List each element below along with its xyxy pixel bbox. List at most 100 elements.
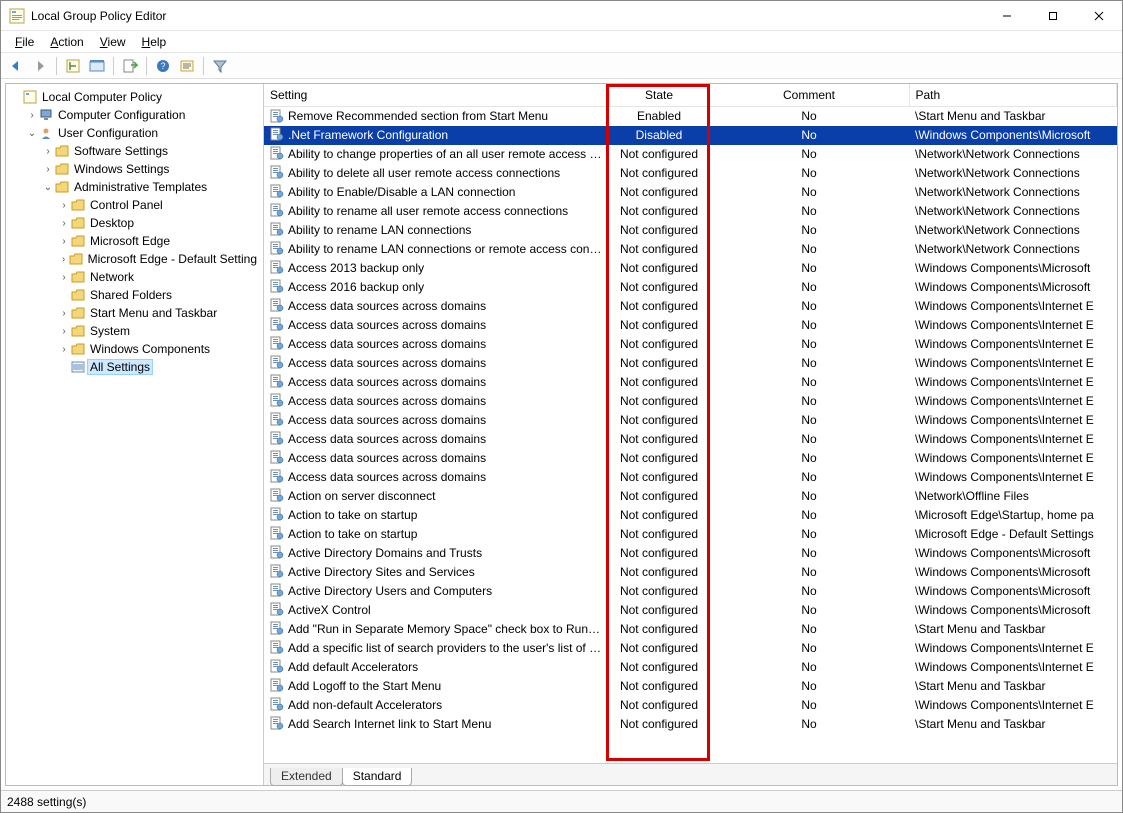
tree-software-settings[interactable]: ›Software Settings <box>42 142 263 160</box>
table-row[interactable]: Access data sources across domainsNot co… <box>264 430 1117 449</box>
table-row[interactable]: Add a specific list of search providers … <box>264 639 1117 658</box>
menu-file[interactable]: File <box>7 33 42 51</box>
tree-computer-config[interactable]: › Computer Configuration <box>26 106 263 124</box>
table-row[interactable]: Action on server disconnectNot configure… <box>264 487 1117 506</box>
table-row[interactable]: Add non-default AcceleratorsNot configur… <box>264 696 1117 715</box>
cell-path: \Network\Offline Files <box>909 487 1117 506</box>
table-row[interactable]: Add Search Internet link to Start MenuNo… <box>264 715 1117 734</box>
show-hide-tree-button[interactable] <box>62 55 84 77</box>
table-row[interactable]: Access data sources across domainsNot co… <box>264 373 1117 392</box>
export-list-button[interactable] <box>119 55 141 77</box>
cell-setting: Action on server disconnect <box>264 487 609 506</box>
chevron-right-icon[interactable]: › <box>58 326 70 337</box>
tree-shared-folders[interactable]: Shared Folders <box>58 286 263 304</box>
settings-list[interactable]: Setting State Comment Path Remove Recomm… <box>264 84 1117 763</box>
table-row[interactable]: Ability to rename LAN connections or rem… <box>264 240 1117 259</box>
table-row[interactable]: Action to take on startupNot configuredN… <box>264 506 1117 525</box>
chevron-right-icon[interactable]: › <box>58 272 70 283</box>
table-row[interactable]: Action to take on startupNot configuredN… <box>264 525 1117 544</box>
cell-setting: Access 2013 backup only <box>264 259 609 278</box>
chevron-down-icon[interactable]: ⌄ <box>26 128 38 139</box>
tab-standard[interactable]: Standard <box>342 768 413 786</box>
chevron-right-icon[interactable]: › <box>26 110 38 121</box>
back-button[interactable] <box>5 55 27 77</box>
tree-system[interactable]: ›System <box>58 322 263 340</box>
tree-root[interactable]: Local Computer Policy <box>10 88 263 106</box>
tree-windows-settings[interactable]: ›Windows Settings <box>42 160 263 178</box>
table-row[interactable]: Access data sources across domainsNot co… <box>264 468 1117 487</box>
chevron-right-icon[interactable]: › <box>58 344 70 355</box>
close-button[interactable] <box>1076 1 1122 31</box>
tree-control-panel[interactable]: ›Control Panel <box>58 196 263 214</box>
tree-start-menu-taskbar[interactable]: ›Start Menu and Taskbar <box>58 304 263 322</box>
table-row[interactable]: .Net Framework ConfigurationDisabledNo\W… <box>264 126 1117 145</box>
options-button[interactable] <box>176 55 198 77</box>
policy-setting-icon <box>270 450 284 464</box>
table-row[interactable]: Ability to change properties of an all u… <box>264 145 1117 164</box>
table-row[interactable]: Access data sources across domainsNot co… <box>264 297 1117 316</box>
column-header-path[interactable]: Path <box>909 84 1117 107</box>
table-row[interactable]: Active Directory Sites and ServicesNot c… <box>264 563 1117 582</box>
view-tabs: Extended Standard <box>264 763 1117 785</box>
tree-microsoft-edge-default[interactable]: ›Microsoft Edge - Default Setting <box>58 250 263 268</box>
tree-all-settings[interactable]: All Settings <box>58 358 263 376</box>
cell-setting: Access data sources across domains <box>264 411 609 430</box>
table-row[interactable]: Access data sources across domainsNot co… <box>264 316 1117 335</box>
table-row[interactable]: Access data sources across domainsNot co… <box>264 392 1117 411</box>
cell-setting: ActiveX Control <box>264 601 609 620</box>
column-header-setting[interactable]: Setting <box>264 84 609 107</box>
table-row[interactable]: Access data sources across domainsNot co… <box>264 449 1117 468</box>
tab-extended[interactable]: Extended <box>270 768 343 786</box>
column-header-state[interactable]: State <box>609 84 709 107</box>
table-row[interactable]: Access data sources across domainsNot co… <box>264 335 1117 354</box>
chevron-right-icon[interactable]: › <box>58 236 70 247</box>
cell-path: \Windows Components\Microsoft <box>909 259 1117 278</box>
table-row[interactable]: Access data sources across domainsNot co… <box>264 354 1117 373</box>
table-row[interactable]: Ability to delete all user remote access… <box>264 164 1117 183</box>
table-row[interactable]: Access 2016 backup onlyNot configuredNo\… <box>264 278 1117 297</box>
properties-button[interactable] <box>86 55 108 77</box>
forward-button[interactable] <box>29 55 51 77</box>
table-row[interactable]: ActiveX ControlNot configuredNo\Windows … <box>264 601 1117 620</box>
chevron-right-icon[interactable]: › <box>58 218 70 229</box>
tree-admin-templates[interactable]: ⌄Administrative Templates <box>42 178 263 196</box>
cell-state: Not configured <box>609 430 709 449</box>
minimize-button[interactable] <box>984 1 1030 31</box>
folder-icon <box>54 143 70 159</box>
chevron-right-icon[interactable]: › <box>58 308 70 319</box>
tree-microsoft-edge[interactable]: ›Microsoft Edge <box>58 232 263 250</box>
tree-pane[interactable]: Local Computer Policy › Computer Configu… <box>6 84 264 785</box>
table-row[interactable]: Active Directory Users and ComputersNot … <box>264 582 1117 601</box>
tree-desktop[interactable]: ›Desktop <box>58 214 263 232</box>
table-row[interactable]: Access data sources across domainsNot co… <box>264 411 1117 430</box>
maximize-button[interactable] <box>1030 1 1076 31</box>
cell-state: Not configured <box>609 240 709 259</box>
policy-setting-icon <box>270 317 284 331</box>
menu-help[interactable]: Help <box>134 33 175 51</box>
menu-action[interactable]: Action <box>42 33 91 51</box>
tree-windows-components[interactable]: ›Windows Components <box>58 340 263 358</box>
column-header-comment[interactable]: Comment <box>709 84 909 107</box>
help-button[interactable]: ? <box>152 55 174 77</box>
table-row[interactable]: Ability to Enable/Disable a LAN connecti… <box>264 183 1117 202</box>
menu-view[interactable]: View <box>92 33 134 51</box>
chevron-down-icon[interactable]: ⌄ <box>42 182 54 193</box>
cell-comment: No <box>709 126 909 145</box>
cell-state: Not configured <box>609 373 709 392</box>
table-row[interactable]: Add Logoff to the Start MenuNot configur… <box>264 677 1117 696</box>
table-row[interactable]: Add "Run in Separate Memory Space" check… <box>264 620 1117 639</box>
table-row[interactable]: Ability to rename LAN connectionsNot con… <box>264 221 1117 240</box>
tree-user-config[interactable]: ⌄ User Configuration <box>26 124 263 142</box>
chevron-right-icon[interactable]: › <box>42 164 54 175</box>
tree-network[interactable]: ›Network <box>58 268 263 286</box>
table-row[interactable]: Active Directory Domains and TrustsNot c… <box>264 544 1117 563</box>
chevron-right-icon[interactable]: › <box>42 146 54 157</box>
tree-label: Local Computer Policy <box>40 90 164 104</box>
table-row[interactable]: Ability to rename all user remote access… <box>264 202 1117 221</box>
chevron-right-icon[interactable]: › <box>58 200 70 211</box>
chevron-right-icon[interactable]: › <box>58 254 69 265</box>
table-row[interactable]: Remove Recommended section from Start Me… <box>264 107 1117 126</box>
table-row[interactable]: Access 2013 backup onlyNot configuredNo\… <box>264 259 1117 278</box>
table-row[interactable]: Add default AcceleratorsNot configuredNo… <box>264 658 1117 677</box>
filter-button[interactable] <box>209 55 231 77</box>
